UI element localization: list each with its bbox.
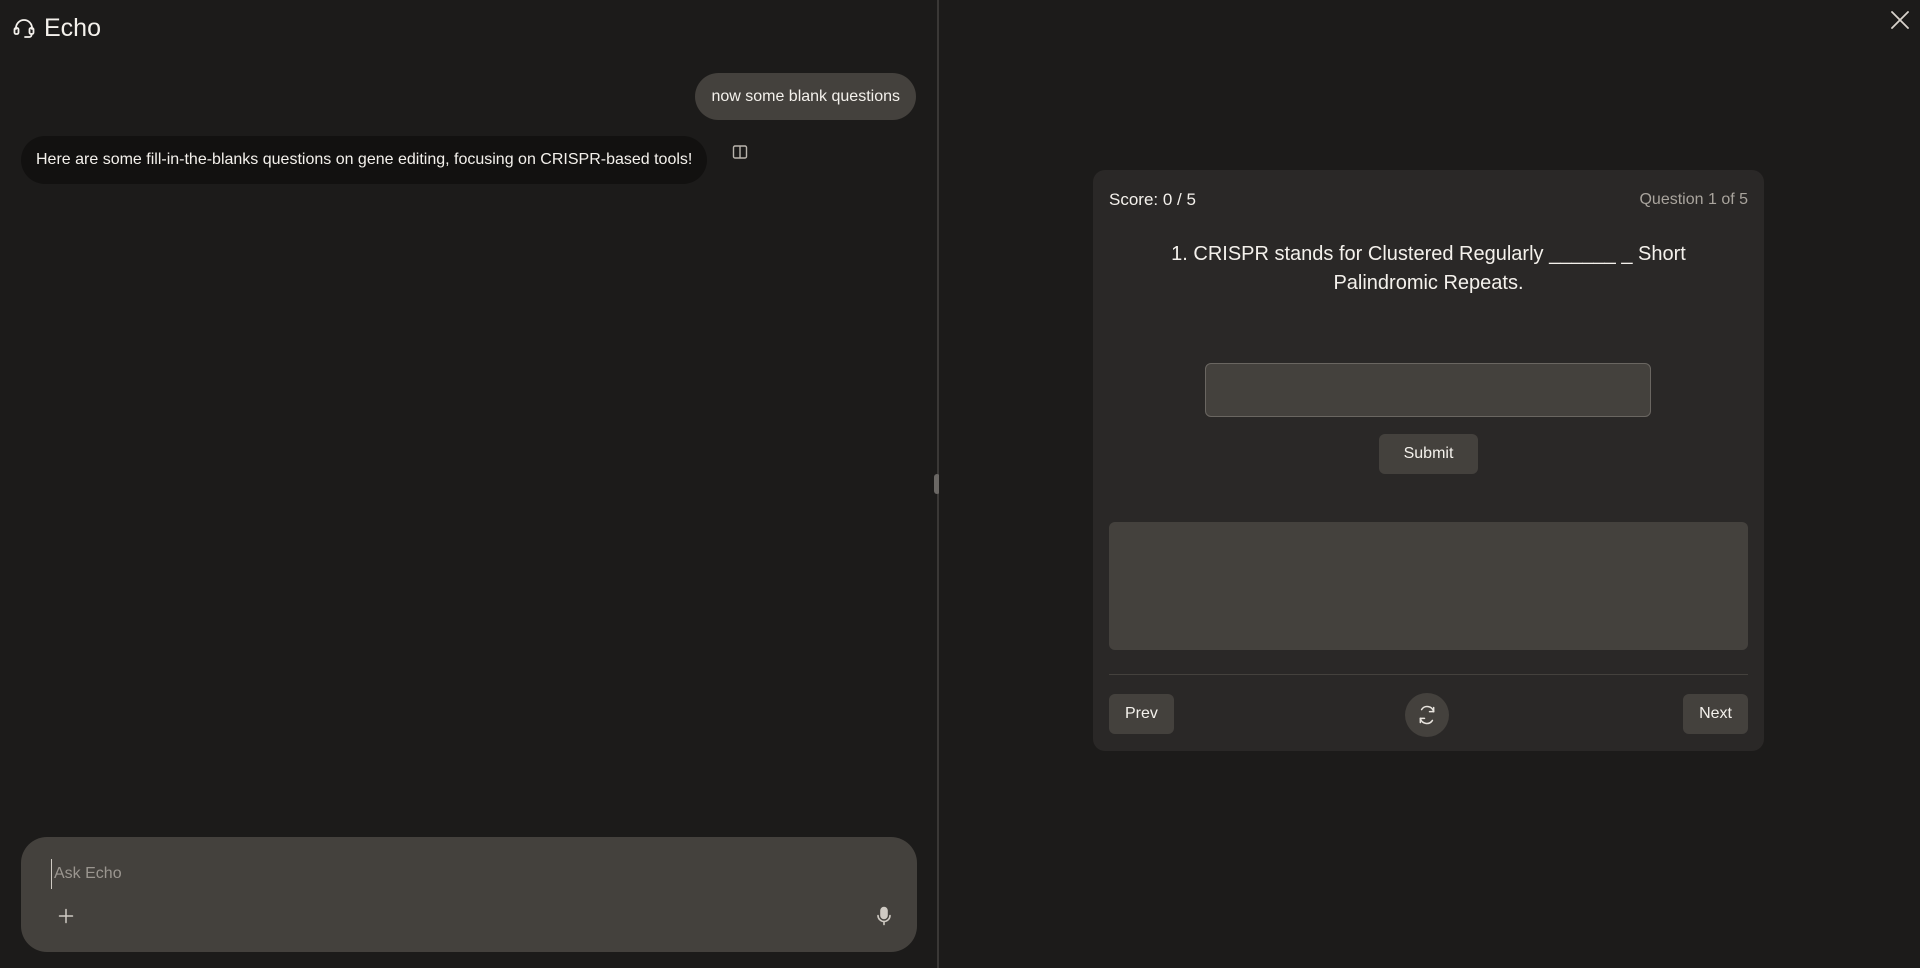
assistant-message: Here are some fill-in-the-blanks questio… xyxy=(21,136,708,184)
chat-panel: Echo now some blank questions Here are s… xyxy=(0,0,937,968)
close-icon[interactable] xyxy=(1886,6,1914,34)
question-text: 1. CRISPR stands for Clustered Regularly… xyxy=(1171,243,1686,294)
split-view-icon[interactable] xyxy=(730,142,750,162)
feedback-area xyxy=(1109,522,1748,650)
ask-input[interactable] xyxy=(51,859,856,889)
score-label: Score: xyxy=(1109,190,1159,209)
microphone-icon[interactable] xyxy=(871,903,897,929)
headset-icon xyxy=(12,16,36,40)
prev-button[interactable]: Prev xyxy=(1109,694,1174,734)
divider xyxy=(1109,674,1748,675)
score-value: 0 / 5 xyxy=(1162,190,1196,209)
composer xyxy=(21,837,917,952)
quiz-card: Score: 0 / 5 Question 1 of 5 1. CRISPR s… xyxy=(1093,170,1764,751)
refresh-icon[interactable] xyxy=(1405,693,1449,737)
user-message: now some blank questions xyxy=(695,73,916,120)
add-attachment-icon[interactable] xyxy=(53,903,79,929)
question-counter: Question 1 of 5 xyxy=(1639,191,1748,208)
next-button[interactable]: Next xyxy=(1683,694,1748,734)
answer-input[interactable] xyxy=(1205,363,1651,417)
app-title: Echo xyxy=(44,13,101,42)
app-header: Echo xyxy=(12,12,101,44)
submit-button[interactable]: Submit xyxy=(1379,434,1478,474)
score: Score: 0 / 5 xyxy=(1109,190,1196,210)
